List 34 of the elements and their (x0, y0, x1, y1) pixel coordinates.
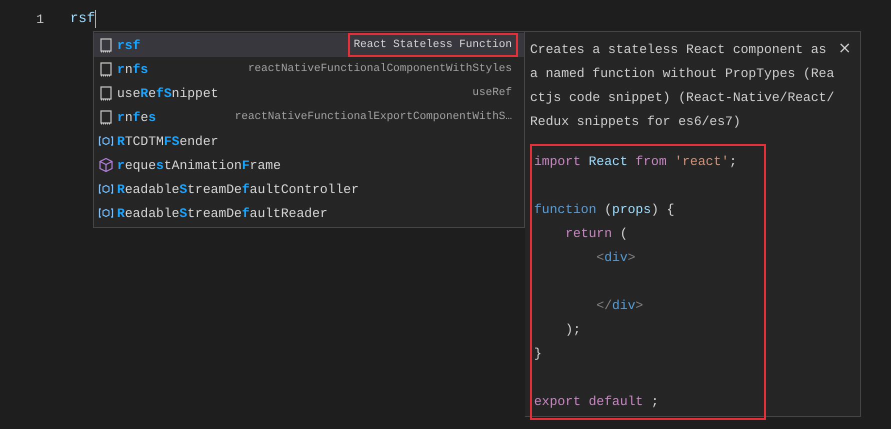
variable-icon (98, 206, 114, 220)
snippet-description: Creates a stateless React component as a named function without PropTypes (Reactjs code snippet) (React-Native/React/Redux snippets for es6/es7) (530, 41, 836, 131)
suggestion-label: useRefSnippet (117, 86, 218, 100)
suggestion-detail: React Stateless Function (348, 33, 518, 57)
variable-icon (98, 182, 114, 196)
text-cursor (95, 10, 96, 28)
suggestion-label: RTCDTMFSender (117, 134, 218, 148)
snippet-icon (98, 37, 114, 53)
suggestion-label: rnfes (117, 110, 156, 124)
suggestion-label: ReadableStreamDefaultReader (117, 206, 328, 220)
line-number: 1 (35, 12, 44, 26)
suggestion-label: rnfs (117, 62, 148, 76)
suggestion-item[interactable]: rsf React Stateless Function (94, 33, 524, 57)
code-text: rsf (70, 11, 96, 27)
suggestion-detail: reactNativeFunctionalExportComponentWithS… (234, 110, 513, 125)
variable-icon (98, 134, 114, 148)
suggestion-label: requestAnimationFrame (117, 158, 281, 172)
close-button[interactable]: × (836, 38, 854, 58)
suggestion-label: ReadableStreamDefaultController (117, 182, 359, 196)
snippet-icon (98, 61, 114, 77)
suggestion-item[interactable]: rnfes reactNativeFunctionalExportComponentWithS… (94, 105, 524, 129)
suggestion-detail: useRef (471, 86, 513, 101)
cube-icon (98, 157, 114, 173)
suggestion-item[interactable]: ReadableStreamDefaultController (94, 177, 524, 201)
suggestion-label: rsf (117, 38, 140, 52)
code-preview: import React from 'react'; function (props) { return ( <div> </div> ); } export default ; (530, 144, 766, 420)
snippet-icon (98, 109, 114, 125)
suggestion-item[interactable]: RTCDTMFSender (94, 129, 524, 153)
snippet-icon (98, 85, 114, 101)
suggestion-item[interactable]: useRefSnippet useRef (94, 81, 524, 105)
suggestion-detail: reactNativeFunctionalComponentWithStyles (246, 62, 513, 77)
suggestion-item[interactable]: requestAnimationFrame (94, 153, 524, 177)
suggestion-item[interactable]: rnfs reactNativeFunctionalComponentWithStyles (94, 57, 524, 81)
suggestion-item[interactable]: ReadableStreamDefaultReader (94, 201, 524, 225)
